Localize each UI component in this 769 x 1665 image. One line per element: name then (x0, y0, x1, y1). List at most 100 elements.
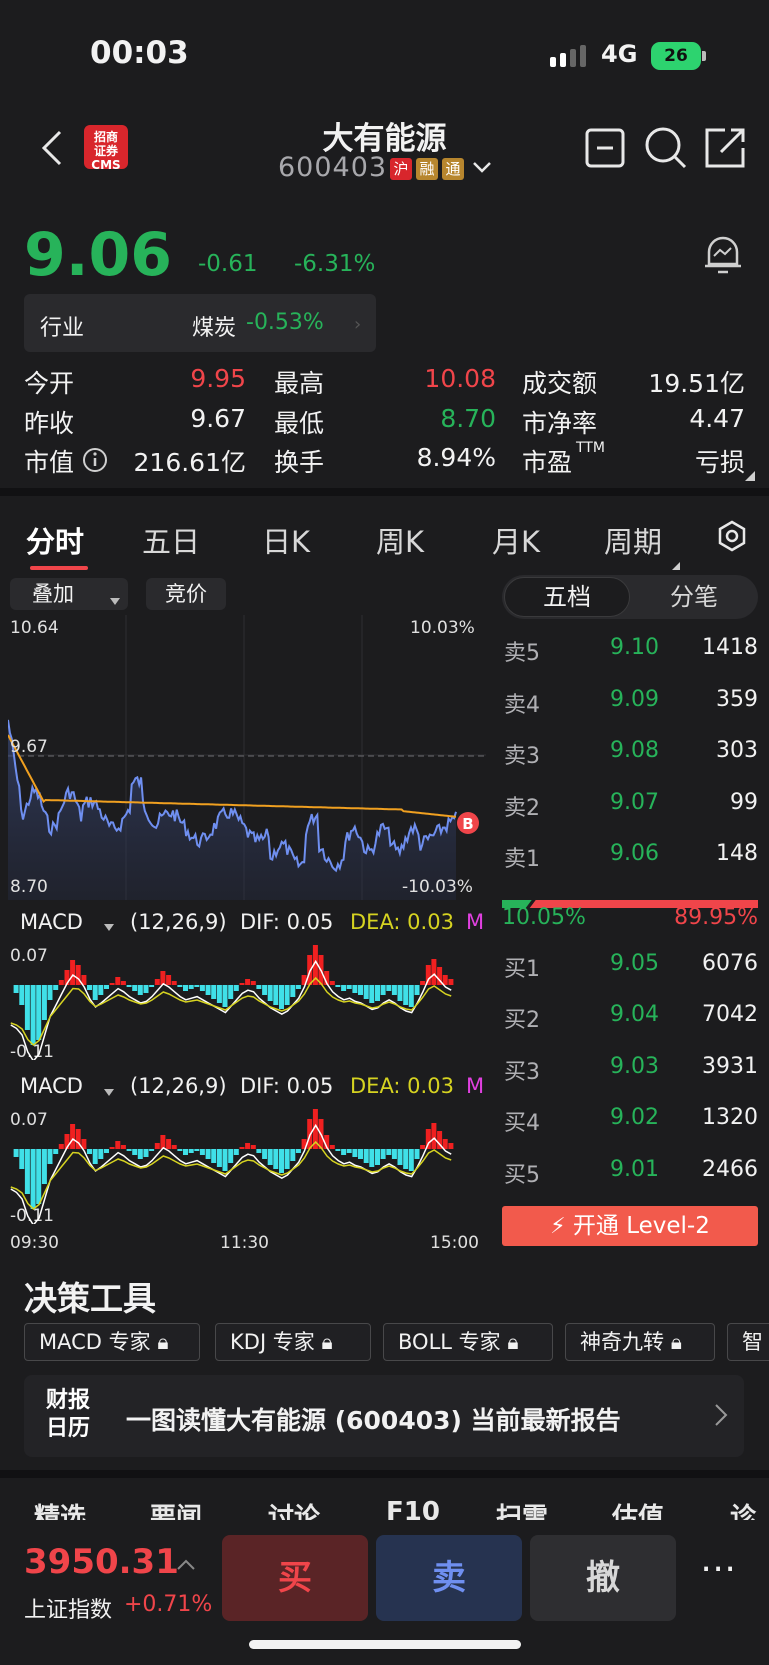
tool-magic-nine[interactable]: 神奇九转 🔒︎ (565, 1323, 715, 1361)
lock-icon: 🔒︎ (157, 1330, 169, 1354)
alert-bell-icon[interactable] (703, 232, 743, 280)
macd2-name[interactable]: MACD (20, 1074, 83, 1098)
dropdown-caret-icon (104, 916, 114, 935)
macd-bar (403, 1149, 409, 1169)
segment-five-levels[interactable]: 五档 (504, 577, 630, 617)
macd-bar (41, 1149, 47, 1184)
macd-bar (284, 1149, 290, 1169)
macd-bar (211, 985, 217, 999)
sell-vol: 148 (716, 841, 758, 866)
network-type: 4G (601, 40, 638, 68)
segment-ticks[interactable]: 分笔 (632, 577, 756, 617)
macd-bar (408, 985, 414, 1007)
search-icon[interactable] (644, 126, 688, 174)
macd-bar (171, 981, 177, 985)
index-value[interactable]: 3950.31 (24, 1542, 179, 1582)
macd2-chart[interactable] (8, 1107, 486, 1228)
tab-daily-k[interactable]: 日K (262, 519, 310, 561)
share-icon[interactable] (703, 126, 747, 174)
macd-bar (250, 1145, 256, 1149)
macd-bar (137, 985, 143, 995)
buy-row-5[interactable]: 买5 9.01 2466 (504, 1157, 758, 1188)
sell-row-4[interactable]: 卖4 9.09 359 (504, 687, 758, 718)
macd-bar (267, 1149, 273, 1165)
macd-bar (295, 1149, 301, 1153)
sell-vol: 99 (730, 790, 758, 815)
macd-bar (233, 1149, 239, 1155)
macd-bar (346, 1149, 352, 1153)
chevron-right-icon: › (354, 314, 362, 335)
macd-bar (98, 1149, 104, 1159)
sell-row-3[interactable]: 卖3 9.08 303 (504, 738, 758, 769)
macd-bar (154, 979, 160, 985)
last-price: 9.06 (24, 220, 173, 290)
buy-button[interactable]: 买 (222, 1535, 368, 1621)
macd-bar (188, 1149, 194, 1153)
stat-label-pb: 市净率 (522, 409, 598, 438)
tool-kdj-expert[interactable]: KDJ 专家 🔒︎ (215, 1323, 371, 1361)
minus-box-icon[interactable] (585, 128, 627, 174)
report-banner[interactable]: 财报 日历 一图读懂大有能源 (600403) 当前最新报告 (24, 1375, 744, 1457)
tool-macd-expert[interactable]: MACD 专家 🔒︎ (24, 1323, 200, 1361)
level2-button[interactable]: ⚡ 开通 Level-2 (502, 1206, 758, 1246)
section-divider (0, 488, 769, 496)
macd-bar (109, 983, 115, 985)
buy-row-4[interactable]: 买4 9.02 1320 (504, 1105, 758, 1136)
industry-name: 煤炭 (192, 316, 237, 341)
macd-bar (115, 1141, 121, 1149)
tab-weekly-k[interactable]: 周K (376, 519, 424, 561)
sell-row-1[interactable]: 卖1 9.06 148 (504, 841, 758, 872)
chevron-right-icon (714, 1403, 728, 1431)
sell-row-5[interactable]: 卖5 9.10 1418 (504, 635, 758, 666)
stat-value-pb: 4.47 (689, 404, 745, 433)
industry-change: -0.53% (246, 310, 324, 335)
macd-bar (19, 985, 25, 1005)
auction-button[interactable]: 竞价 (146, 578, 226, 610)
macd-bar (403, 985, 409, 1005)
buy-row-1[interactable]: 买1 9.05 6076 (504, 951, 758, 982)
macd-bar (92, 1149, 98, 1164)
macd-bar (386, 1149, 392, 1155)
index-change: +0.71% (124, 1592, 213, 1617)
sell-label: 卖5 (504, 641, 540, 666)
sell-button[interactable]: 卖 (376, 1535, 522, 1621)
buy-label: 买5 (504, 1163, 540, 1188)
macd1-name[interactable]: MACD (20, 910, 83, 934)
macd1-chart[interactable] (8, 943, 486, 1064)
expand-corner-icon[interactable] (745, 466, 755, 485)
macd-bar (273, 985, 279, 1005)
intraday-chart[interactable]: B (7, 615, 486, 904)
sell-price: 9.10 (610, 635, 659, 660)
gear-icon[interactable] (716, 520, 748, 556)
macd-bar (216, 985, 222, 1003)
info-icon[interactable] (82, 447, 108, 477)
sell-ratio: 89.95% (674, 905, 758, 930)
cancel-button[interactable]: 撤 (530, 1535, 676, 1621)
buy-row-3[interactable]: 买3 9.03 3931 (504, 1054, 758, 1085)
sell-row-2[interactable]: 卖2 9.07 99 (504, 790, 758, 821)
macd-bar (375, 1149, 380, 1165)
macd-bar (341, 1149, 347, 1155)
macd-bar (24, 985, 30, 1030)
stock-code[interactable]: 600403 (278, 152, 387, 183)
tool-more[interactable]: 智 (727, 1323, 769, 1361)
macd-bar (177, 1149, 183, 1151)
buy-row-2[interactable]: 买2 9.04 7042 (504, 1002, 758, 1033)
macd-bar (183, 985, 188, 991)
tab-period[interactable]: 周期 (604, 519, 662, 561)
tab-intraday[interactable]: 分时 (26, 519, 84, 561)
macd-bar (149, 1149, 155, 1151)
tool-boll-expert[interactable]: BOLL 专家 🔒︎ (383, 1323, 553, 1361)
buy-price: 9.04 (610, 1002, 659, 1027)
tab-five-day[interactable]: 五日 (142, 519, 200, 561)
more-icon[interactable]: ⋯ (700, 1548, 736, 1589)
tool-label: 智 (742, 1330, 763, 1354)
tab-period-corner-icon (672, 555, 680, 574)
tab-monthly-k[interactable]: 月K (492, 519, 540, 561)
tag-margin: 融 (416, 158, 438, 180)
tag-shanghai: 沪 (390, 158, 412, 180)
macd-bar (329, 981, 335, 985)
industry-card[interactable]: 行业 煤炭 -0.53% › (24, 294, 376, 352)
chevron-down-icon[interactable] (472, 160, 492, 179)
chevron-up-icon[interactable] (176, 1556, 196, 1575)
